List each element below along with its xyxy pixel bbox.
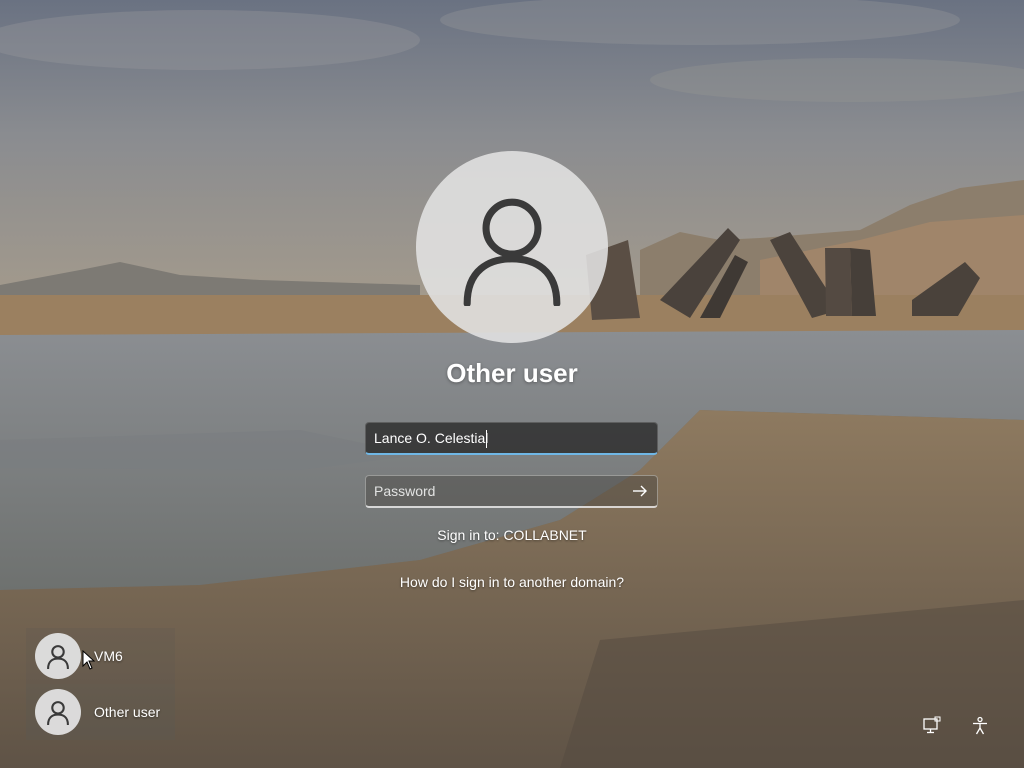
username-title: Other user: [446, 358, 578, 388]
user-list: VM6 Other user: [26, 628, 175, 740]
user-tile-label: Other user: [94, 704, 161, 720]
lock-screen: Other user Sign in to: COLLABNET How do …: [0, 0, 1024, 768]
user-tile-vm6[interactable]: VM6: [26, 628, 175, 684]
user-tile-other-user[interactable]: Other user: [26, 684, 175, 740]
network-icon: [923, 716, 941, 734]
network-button[interactable]: [919, 713, 945, 739]
user-silhouette-icon: [47, 701, 69, 725]
accessibility-icon: [973, 716, 987, 735]
password-input[interactable]: [366, 476, 626, 506]
password-field[interactable]: [365, 475, 658, 508]
sign-in-domain-text: Sign in to: COLLABNET: [437, 527, 587, 543]
submit-button[interactable]: [629, 481, 651, 501]
user-avatar: [416, 151, 608, 343]
avatar: [35, 689, 81, 735]
arrow-right-icon: [633, 485, 647, 497]
user-silhouette-icon: [463, 198, 561, 306]
username-field[interactable]: [365, 422, 658, 455]
user-tile-label: VM6: [94, 648, 123, 664]
text-caret: [486, 430, 487, 448]
avatar: [35, 633, 81, 679]
mouse-cursor-icon: [82, 650, 96, 670]
user-silhouette-icon: [47, 645, 69, 669]
another-domain-link[interactable]: How do I sign in to another domain?: [312, 574, 712, 590]
accessibility-button[interactable]: [967, 713, 993, 739]
username-input[interactable]: [366, 423, 626, 453]
